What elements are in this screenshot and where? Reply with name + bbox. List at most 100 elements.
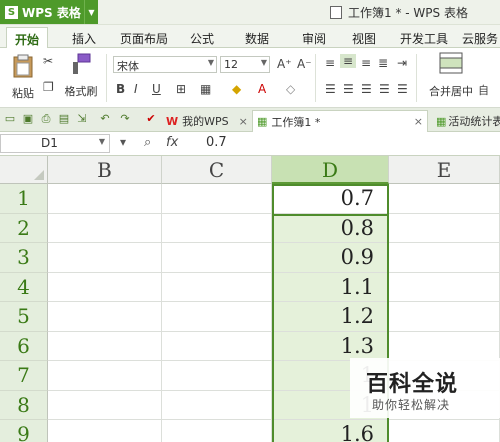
align-center-icon[interactable]: ☰ bbox=[343, 82, 354, 96]
cell-b[interactable] bbox=[48, 184, 162, 214]
cell-b[interactable] bbox=[48, 302, 162, 332]
wps-app-menu-button[interactable]: S WPS 表格 ▼ bbox=[0, 0, 98, 24]
tab-cloud-service[interactable]: 云服务 bbox=[462, 30, 498, 47]
cell-e[interactable] bbox=[389, 302, 500, 332]
italic-button[interactable]: I bbox=[134, 82, 138, 96]
column-header-d[interactable]: D bbox=[272, 156, 389, 184]
cell-e[interactable] bbox=[389, 184, 500, 214]
print-icon[interactable]: ⎙ bbox=[40, 113, 52, 125]
close-icon[interactable]: × bbox=[239, 115, 248, 128]
column-header-e[interactable]: E bbox=[389, 156, 500, 184]
cell-c[interactable] bbox=[162, 184, 272, 214]
cell-c[interactable] bbox=[162, 272, 272, 302]
underline-button[interactable]: U bbox=[152, 82, 161, 96]
font-grow-icon[interactable]: A⁺ bbox=[277, 57, 292, 71]
print-preview-icon[interactable]: ▤ bbox=[58, 113, 70, 125]
tab-my-wps[interactable]: W 我的WPS × bbox=[162, 110, 252, 132]
align-top-icon[interactable]: ≡ bbox=[325, 56, 335, 70]
formula-input[interactable]: 0.7 bbox=[206, 135, 227, 150]
row-header[interactable]: 6 bbox=[0, 331, 48, 361]
cell-d[interactable]: 1.6 bbox=[272, 420, 389, 442]
cell-d[interactable]: 0.8 bbox=[272, 213, 389, 243]
select-all-corner[interactable] bbox=[0, 156, 48, 184]
cell-c[interactable] bbox=[162, 390, 272, 420]
fill-color-icon[interactable]: ◆ bbox=[232, 82, 241, 96]
cell-c[interactable] bbox=[162, 420, 272, 442]
cell-e[interactable] bbox=[389, 272, 500, 302]
cell-b[interactable] bbox=[48, 331, 162, 361]
font-name-select[interactable]: 宋体 ▼ bbox=[113, 56, 217, 73]
tab-review[interactable]: 审阅 bbox=[302, 30, 326, 47]
open-folder-icon[interactable]: ▭ bbox=[4, 113, 16, 125]
row-header[interactable]: 5 bbox=[0, 302, 48, 332]
cell-b[interactable] bbox=[48, 243, 162, 273]
format-painter-button[interactable]: 格式刷 bbox=[62, 52, 100, 99]
cell-d[interactable]: 0.7 bbox=[272, 184, 389, 214]
bold-button[interactable]: B bbox=[116, 82, 125, 96]
pin-icon[interactable]: ✔ bbox=[145, 113, 157, 125]
cell-b[interactable] bbox=[48, 390, 162, 420]
cell-b[interactable] bbox=[48, 213, 162, 243]
cell-e[interactable] bbox=[389, 331, 500, 361]
auto-wrap-button[interactable]: 自 bbox=[478, 82, 489, 98]
cell-c[interactable] bbox=[162, 243, 272, 273]
grid-border-icon[interactable]: ▦ bbox=[200, 82, 211, 96]
chevron-down-icon[interactable]: ▼ bbox=[99, 137, 105, 146]
distribute-icon[interactable]: ☰ bbox=[397, 82, 408, 96]
tab-data[interactable]: 数据 bbox=[245, 30, 269, 47]
tab-page-layout[interactable]: 页面布局 bbox=[120, 30, 168, 47]
tab-view[interactable]: 视图 bbox=[352, 30, 376, 47]
paste-button[interactable]: 粘贴 bbox=[6, 54, 40, 101]
row-header[interactable]: 9 bbox=[0, 420, 48, 442]
redo-icon[interactable]: ↷ bbox=[119, 113, 131, 125]
cell-d[interactable]: 0.9 bbox=[272, 243, 389, 273]
cell-e[interactable] bbox=[389, 420, 500, 442]
cell-e[interactable] bbox=[389, 243, 500, 273]
cell-b[interactable] bbox=[48, 272, 162, 302]
cell-e[interactable] bbox=[389, 213, 500, 243]
tab-activity-stats[interactable]: ▦ 活动统计表 bbox=[432, 110, 500, 132]
fx-function-icon[interactable]: fx bbox=[166, 135, 178, 150]
font-shrink-icon[interactable]: A⁻ bbox=[297, 57, 312, 71]
cell-c[interactable] bbox=[162, 302, 272, 332]
row-header[interactable]: 2 bbox=[0, 213, 48, 243]
font-size-select[interactable]: 12 ▼ bbox=[220, 56, 270, 73]
scissors-icon[interactable]: ✂ bbox=[43, 54, 53, 68]
save-icon[interactable]: ▣ bbox=[22, 113, 34, 125]
font-color-icon[interactable]: A bbox=[258, 82, 266, 96]
cell-c[interactable] bbox=[162, 331, 272, 361]
justify-icon[interactable]: ☰ bbox=[379, 82, 390, 96]
tab-developer[interactable]: 开发工具 bbox=[400, 30, 448, 47]
undo-icon[interactable]: ↶ bbox=[99, 113, 111, 125]
column-header-b[interactable]: B bbox=[48, 156, 162, 184]
row-header[interactable]: 7 bbox=[0, 361, 48, 391]
cell-d[interactable]: 1.2 bbox=[272, 302, 389, 332]
merge-center-button[interactable]: 合并居中 bbox=[426, 52, 476, 99]
dropdown-arrow-icon[interactable]: ▾ bbox=[120, 135, 126, 149]
align-bottom-icon[interactable]: ≡ bbox=[361, 56, 371, 70]
tab-workbook1[interactable]: ▦ 工作簿1 * × bbox=[252, 110, 428, 132]
align-left-icon[interactable]: ☰ bbox=[325, 82, 336, 96]
zoom-icon[interactable]: ⌕ bbox=[144, 135, 151, 150]
row-header[interactable]: 1 bbox=[0, 184, 48, 214]
cell-b[interactable] bbox=[48, 420, 162, 442]
align-middle-icon[interactable]: ≡ bbox=[340, 54, 356, 68]
cell-d[interactable]: 1.1 bbox=[272, 272, 389, 302]
export-icon[interactable]: ⇲ bbox=[76, 113, 88, 125]
align-right-icon[interactable]: ☰ bbox=[361, 82, 372, 96]
row-header[interactable]: 4 bbox=[0, 272, 48, 302]
row-header[interactable]: 3 bbox=[0, 243, 48, 273]
clear-format-icon[interactable]: ◇ bbox=[286, 82, 295, 96]
border-icon[interactable]: ⊞ bbox=[176, 82, 186, 96]
tab-insert[interactable]: 插入 bbox=[72, 30, 96, 47]
indent-icon[interactable]: ⇥ bbox=[397, 56, 407, 70]
row-header[interactable]: 8 bbox=[0, 390, 48, 420]
cell-c[interactable] bbox=[162, 361, 272, 391]
orientation-icon[interactable]: ≣ bbox=[378, 56, 388, 70]
cell-d[interactable]: 1.3 bbox=[272, 331, 389, 361]
column-header-c[interactable]: C bbox=[162, 156, 272, 184]
close-icon[interactable]: × bbox=[414, 115, 423, 128]
tab-start[interactable]: 开始 bbox=[6, 27, 49, 48]
tab-formula[interactable]: 公式 bbox=[190, 30, 214, 47]
cell-c[interactable] bbox=[162, 213, 272, 243]
